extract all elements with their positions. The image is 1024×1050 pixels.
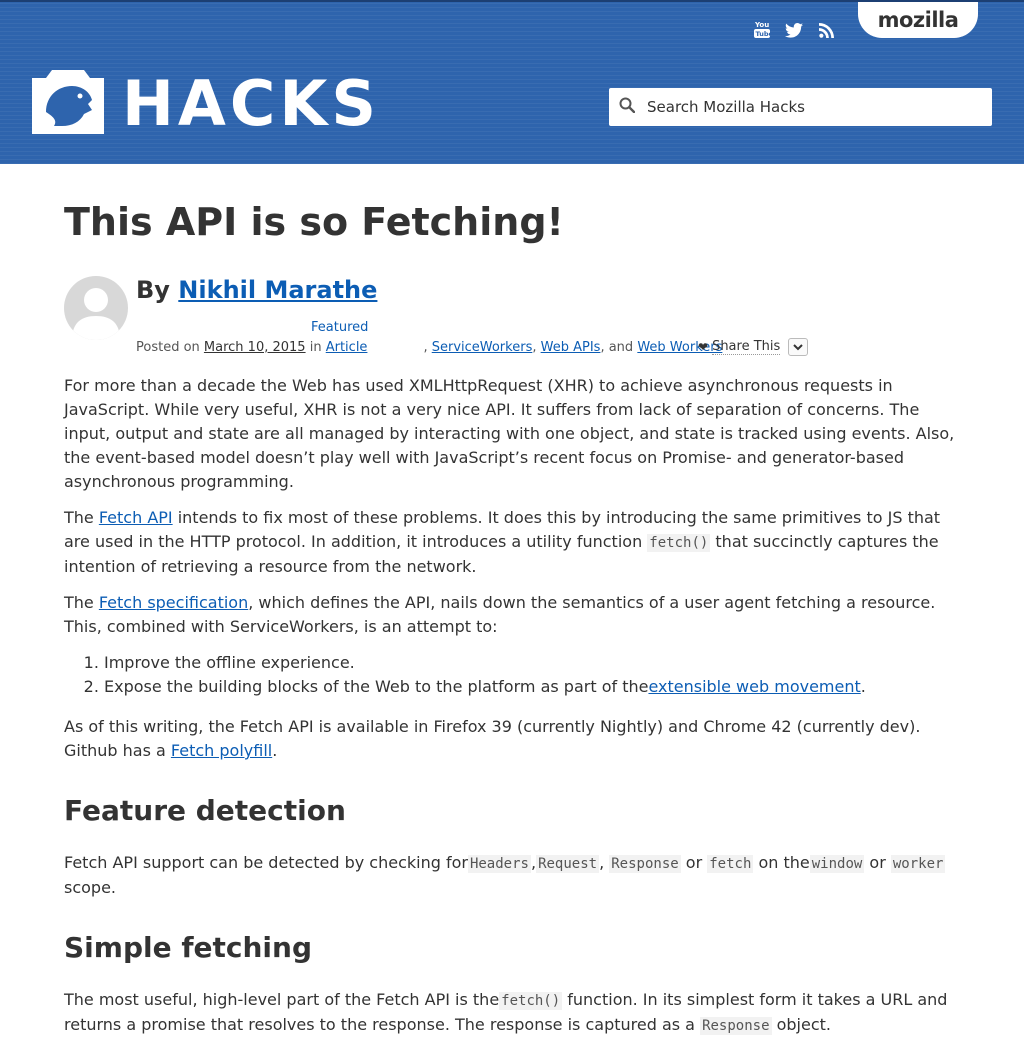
extensible-web-link[interactable]: extensible web movement	[648, 677, 860, 696]
article: This API is so Fetching! By Nikhil Marat…	[64, 196, 960, 1050]
separator: ,	[532, 340, 537, 355]
heart-icon: ❤	[698, 340, 709, 354]
fetch-api-link[interactable]: Fetch API	[99, 508, 173, 527]
search-box	[609, 88, 992, 126]
inline-code: worker	[890, 855, 946, 873]
dino-logo-icon	[32, 70, 104, 138]
search-input[interactable]	[645, 97, 969, 117]
list-item: Expose the building blocks of the Web to…	[104, 675, 960, 699]
inline-code: window	[809, 855, 865, 873]
by-label: By	[136, 276, 170, 304]
author-line: By Nikhil Marathe	[136, 274, 377, 306]
category-webapis-link[interactable]: Web APIs	[541, 340, 601, 355]
category-featured-link[interactable]: Featured	[311, 320, 368, 335]
youtube-icon[interactable]: YouTube	[752, 20, 772, 40]
masthead: YouTube mozilla HACKS	[0, 0, 1024, 164]
author-avatar[interactable]	[64, 276, 128, 340]
svg-text:Tube: Tube	[756, 30, 771, 38]
section-heading: Feature detection	[64, 794, 346, 827]
fetch-polyfill-link[interactable]: Fetch polyfill	[171, 741, 272, 760]
fetch-spec-link[interactable]: Fetch specification	[99, 593, 248, 612]
paragraph: As of this writing, the Fetch API is ava…	[64, 717, 921, 760]
twitter-icon[interactable]	[784, 20, 804, 40]
inline-code: Response	[609, 855, 681, 873]
chevron-down-icon[interactable]	[788, 338, 809, 356]
paragraph: Fetch API support can be detected by che…	[64, 853, 946, 897]
svg-text:You: You	[754, 21, 769, 29]
mozilla-tab[interactable]: mozilla	[858, 2, 978, 38]
paragraph: The most useful, high-level part of the …	[64, 990, 948, 1035]
author-link[interactable]: Nikhil Marathe	[178, 276, 377, 304]
share-label[interactable]: Share This	[712, 339, 781, 355]
logo-text: HACKS	[122, 67, 381, 140]
in-label: in	[309, 340, 322, 355]
date-link[interactable]: March 10, 2015	[204, 340, 306, 355]
paragraph: For more than a decade the Web has used …	[64, 376, 955, 491]
inline-code: fetch()	[499, 992, 563, 1010]
list-item: Improve the offline experience.	[104, 651, 960, 675]
section-heading: Simple fetching	[64, 931, 312, 964]
inline-code: Headers	[467, 855, 531, 873]
category-article-link[interactable]: Article	[326, 340, 368, 355]
search-icon	[619, 97, 636, 117]
social-links: YouTube	[752, 20, 836, 40]
inline-code: Request	[536, 855, 600, 873]
paragraph: The Fetch specification, which defines t…	[64, 593, 936, 636]
rss-icon[interactable]	[816, 20, 836, 40]
article-title: This API is so Fetching!	[64, 200, 564, 244]
category-serviceworkers-link[interactable]: ServiceWorkers	[432, 340, 533, 355]
paragraph: The Fetch API intends to fix most of the…	[64, 508, 941, 576]
goals-list: Improve the offline experience. Expose t…	[64, 651, 960, 699]
inline-code: Response	[700, 1017, 772, 1035]
posted-on-label: Posted on	[136, 340, 200, 355]
separator: , and	[600, 340, 634, 355]
inline-code: fetch()	[647, 534, 711, 552]
separator: ,	[423, 340, 428, 355]
byline: By Nikhil Marathe Featured Posted on Mar…	[64, 274, 960, 374]
hacks-logo[interactable]: HACKS	[32, 70, 380, 138]
inline-code: fetch	[707, 855, 754, 873]
share-control[interactable]: ❤ Share This	[698, 338, 809, 356]
